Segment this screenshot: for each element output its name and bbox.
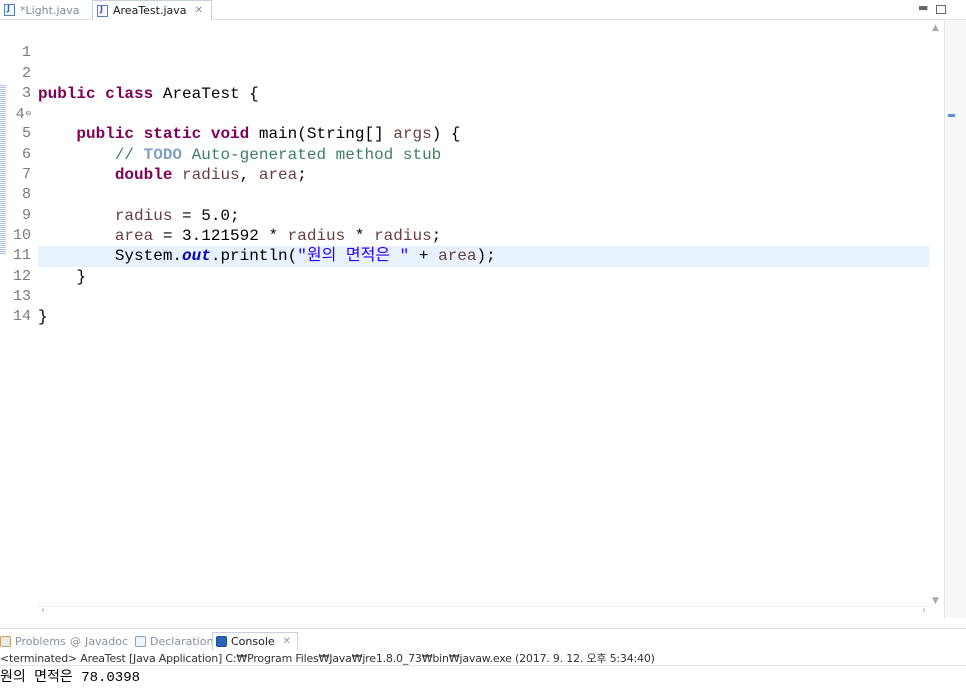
- scroll-down-icon[interactable]: ▼: [932, 596, 939, 606]
- tab-problems[interactable]: Problems: [0, 632, 66, 650]
- code-line: 5 // TODO Auto-generated method stub: [0, 104, 944, 163]
- tab-areatest-java[interactable]: AreaTest.java ✕: [92, 0, 212, 20]
- tab-label: AreaTest.java: [113, 4, 187, 17]
- java-file-icon: [4, 4, 15, 16]
- tab-label: Console: [231, 635, 275, 648]
- code-text: }: [38, 308, 48, 327]
- close-icon[interactable]: ✕: [283, 636, 291, 647]
- problems-icon: [0, 635, 11, 647]
- code-line-current: 10 System.out.println("원의 면적은 " + area);: [0, 206, 944, 267]
- code-line: 13 }: [0, 267, 944, 326]
- overview-ruler[interactable]: [944, 21, 966, 618]
- scroll-right-icon[interactable]: ›: [922, 605, 926, 616]
- tab-label: *Light.java: [20, 3, 80, 17]
- code-line: 11 }: [0, 226, 944, 285]
- code-line: 4⊖ public static void main(String[] args…: [0, 84, 944, 143]
- console-output[interactable]: 원의 면적은 78.0398: [0, 668, 140, 688]
- code-line: 8 radius = 5.0;: [0, 165, 944, 224]
- console-icon: [216, 636, 227, 647]
- line-number: 14: [12, 308, 31, 326]
- editor-tab-bar: *Light.java AreaTest.java ✕ ▬: [0, 0, 966, 20]
- scroll-up-icon[interactable]: ▲: [932, 23, 939, 33]
- scroll-left-icon[interactable]: ‹: [41, 605, 45, 616]
- tab-declaration[interactable]: Declaration: [135, 632, 213, 650]
- java-file-icon: [97, 4, 108, 17]
- tab-label: Problems: [15, 634, 66, 648]
- declaration-icon: [135, 635, 146, 647]
- horizontal-scrollbar[interactable]: ‹ ›: [38, 605, 929, 618]
- code-editor[interactable]: 1 2 public class AreaTest { 3 4⊖ public …: [0, 21, 944, 618]
- vertical-scrollbar[interactable]: ▲ ▼: [929, 21, 944, 606]
- view-tab-bar: Problems @ Javadoc Declaration Console ✕: [0, 628, 966, 650]
- code-lines: 1 2 public class AreaTest { 3 4⊖ public …: [0, 23, 944, 326]
- tab-console[interactable]: Console ✕: [212, 632, 299, 650]
- code-line: 9 area = 3.121592 * radius * radius;: [0, 185, 944, 245]
- tab-label: Javadoc: [85, 634, 128, 648]
- tab-javadoc[interactable]: @ Javadoc: [70, 632, 128, 650]
- code-line: 2 public class AreaTest {: [0, 43, 944, 103]
- code-line: 6 double radius, area;: [0, 124, 944, 184]
- tab-label: Declaration: [150, 634, 214, 648]
- console-status-line: <terminated> AreaTest [Java Application]…: [0, 651, 966, 666]
- code-line: 12: [0, 246, 944, 285]
- code-line: 7: [0, 145, 944, 183]
- tab-light-java[interactable]: *Light.java: [0, 0, 86, 20]
- code-line: 3: [0, 64, 944, 102]
- code-line: 1: [0, 23, 944, 61]
- minimize-icon[interactable]: ▬: [918, 1, 928, 14]
- close-icon[interactable]: ✕: [195, 5, 203, 16]
- code-line: 14: [0, 287, 944, 325]
- maximize-icon[interactable]: [936, 5, 946, 14]
- at-sign-icon: @: [70, 634, 81, 648]
- occurrence-marker[interactable]: [948, 114, 955, 117]
